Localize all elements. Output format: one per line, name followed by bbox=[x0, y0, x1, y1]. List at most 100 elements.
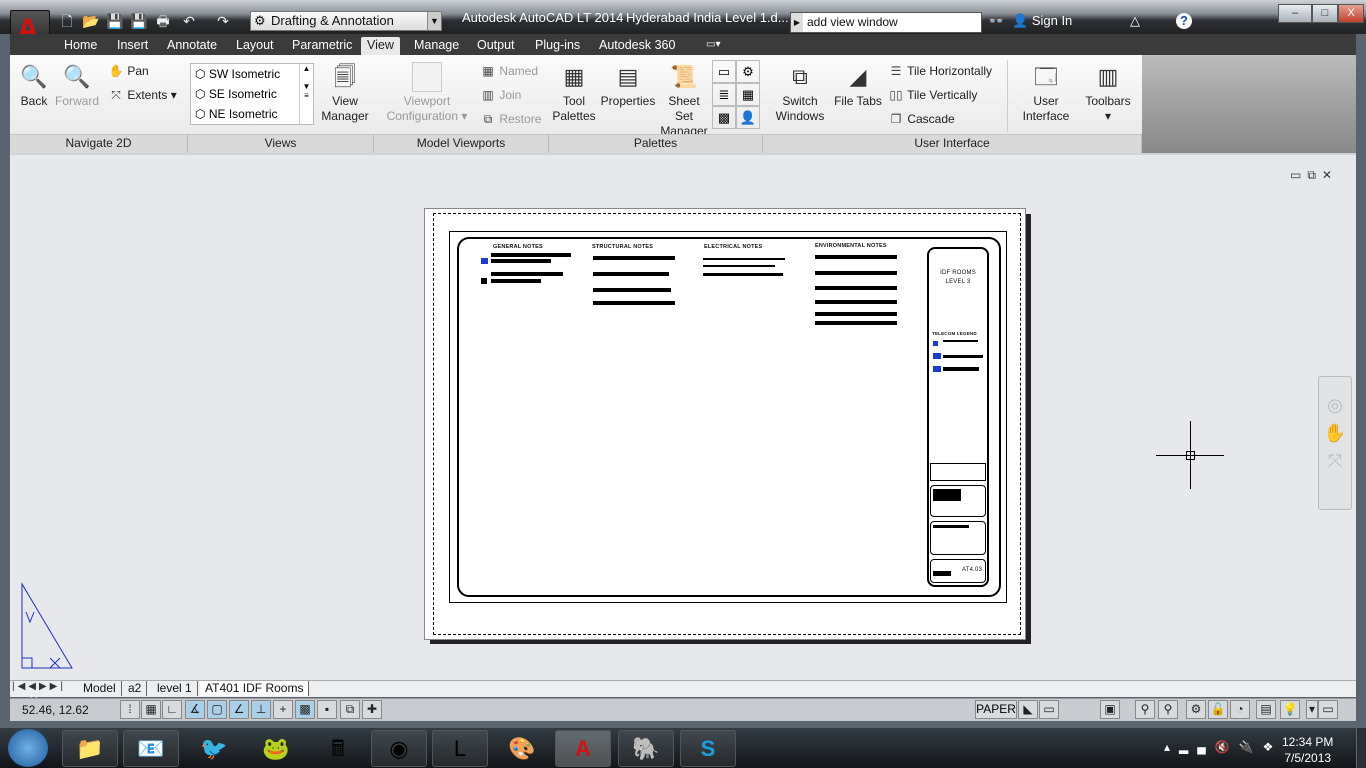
tab-view[interactable]: View bbox=[361, 37, 400, 55]
viewport-configuration-button[interactable]: Viewport Configuration ▾ bbox=[382, 62, 472, 124]
calculator-icon[interactable]: 🖩 bbox=[310, 730, 366, 767]
tab-autodesk-360[interactable]: Autodesk 360 bbox=[593, 37, 681, 55]
tab-home[interactable]: Home bbox=[58, 37, 103, 55]
view-item-ne-isometric[interactable]: ⬡ NE Isometric bbox=[191, 104, 313, 124]
autocad-lt-taskbar-icon[interactable]: A bbox=[555, 730, 611, 767]
dynamic-input-icon[interactable]: + bbox=[273, 700, 293, 719]
drawing-window-controls[interactable]: ▭⧉✕ bbox=[1290, 168, 1338, 183]
start-button[interactable] bbox=[8, 729, 48, 767]
back-button[interactable]: 🔍 Back bbox=[16, 62, 52, 109]
view-manager-button[interactable]: 🗐 View Manager bbox=[320, 62, 370, 124]
join-viewports-button[interactable]: ▥ Join bbox=[480, 87, 521, 103]
new-icon[interactable]: 🗋 bbox=[58, 12, 76, 30]
quickcalc-icon[interactable]: ▦ bbox=[736, 83, 760, 106]
evernote-icon[interactable]: 🐘 bbox=[618, 730, 674, 767]
tab-insert[interactable]: Insert bbox=[111, 37, 154, 55]
restore-viewports-button[interactable]: ⧉ Restore bbox=[480, 111, 542, 127]
annotation-visibility-icon[interactable]: ⚲ bbox=[1158, 700, 1178, 719]
zoom-icon[interactable]: ⤧ bbox=[1319, 447, 1351, 475]
tab-parametric[interactable]: Parametric bbox=[286, 37, 358, 55]
quick-view-drawings-icon[interactable]: ▭ bbox=[1039, 700, 1059, 719]
tile-horizontally-button[interactable]: ☰ Tile Horizontally bbox=[888, 63, 992, 79]
lync-icon[interactable]: L bbox=[432, 730, 488, 767]
tab-output[interactable]: Output bbox=[471, 37, 521, 55]
named-viewports-button[interactable]: ▦ Named bbox=[480, 63, 538, 79]
user-interface-button[interactable]: 🗔 User Interface bbox=[1016, 62, 1076, 124]
redo-icon[interactable]: ↷ bbox=[214, 12, 232, 30]
selection-cycling-icon[interactable]: ⧉ bbox=[340, 700, 360, 719]
navigation-bar[interactable]: ◎ ✋ ⤧ bbox=[1318, 376, 1352, 510]
clean-screen-icon[interactable]: ▭ bbox=[1318, 700, 1338, 719]
plot-icon[interactable]: 🖶 bbox=[154, 12, 172, 30]
palette-grid-icon[interactable]: ▩ bbox=[712, 106, 736, 129]
infer-constraints-icon[interactable]: ⁞ bbox=[120, 700, 140, 719]
tab-layout[interactable]: Layout bbox=[230, 37, 280, 55]
sheet-set-manager-button[interactable]: 📜 Sheet Set Manager bbox=[658, 62, 710, 139]
thunderbird-icon[interactable]: 🐦 bbox=[186, 730, 242, 767]
paint-icon[interactable]: 🎨 bbox=[494, 730, 550, 767]
maximize-button[interactable]: □ bbox=[1312, 4, 1338, 23]
frog-app-icon[interactable]: 🐸 bbox=[248, 730, 304, 767]
outlook-icon[interactable]: 📧 bbox=[123, 730, 179, 767]
show-hidden-icons-icon[interactable]: ▴ bbox=[1164, 740, 1179, 754]
content-icon[interactable]: 👤 bbox=[736, 106, 760, 129]
search-input[interactable]: ▶ add view window bbox=[790, 12, 982, 33]
skype-icon[interactable]: S bbox=[680, 730, 736, 767]
grid-icon[interactable]: ▦ bbox=[141, 700, 161, 719]
minimize-ribbon-icon[interactable]: ▭▾ bbox=[700, 37, 726, 55]
quick-view-layouts-icon[interactable]: ◣ bbox=[1018, 700, 1038, 719]
osnap-icon[interactable]: ▢ bbox=[207, 700, 227, 719]
polar-icon[interactable]: ∡ bbox=[185, 700, 205, 719]
workspace-switching-icon[interactable]: ⚙ bbox=[1186, 700, 1206, 719]
power-icon[interactable]: 🔌 bbox=[1239, 740, 1263, 754]
save-as-icon[interactable]: 💾 bbox=[130, 12, 148, 30]
annotation-scale-icon[interactable]: ⚲ bbox=[1135, 700, 1155, 719]
clock[interactable]: 12:34 PM 7/5/2013 bbox=[1282, 734, 1333, 766]
tab-manage[interactable]: Manage bbox=[408, 37, 465, 55]
extents-button[interactable]: ⤧ Extents ▾ bbox=[108, 87, 177, 103]
designcenter-icon[interactable]: ▭ bbox=[712, 60, 736, 83]
save-icon[interactable]: 💾 bbox=[106, 12, 124, 30]
layout-tab-navigation[interactable]: |◀◀▶▶| bbox=[12, 681, 66, 692]
transparency-icon[interactable]: ▪ bbox=[317, 700, 337, 719]
volume-muted-icon[interactable]: 🔇 bbox=[1215, 740, 1239, 754]
tab-annotate[interactable]: Annotate bbox=[161, 37, 223, 55]
forward-button[interactable]: 🔍 Forward bbox=[54, 62, 100, 109]
paper-space-toggle[interactable]: PAPER bbox=[975, 700, 1017, 719]
network-icon[interactable]: ▂▄ bbox=[1179, 740, 1215, 754]
layout-tab-at401-idf-rooms[interactable]: AT401 IDF Rooms bbox=[200, 681, 310, 696]
hardware-acceleration-icon[interactable]: ◔ bbox=[1230, 700, 1250, 719]
layout-tab-a2[interactable]: a2 bbox=[123, 681, 148, 696]
tab-plug-ins[interactable]: Plug-ins bbox=[529, 37, 586, 55]
open-icon[interactable]: 📂 bbox=[82, 12, 100, 30]
tile-vertically-button[interactable]: ▯▯ Tile Vertically bbox=[888, 87, 977, 103]
chrome-icon[interactable]: ◉ bbox=[371, 730, 427, 767]
file-tabs-button[interactable]: ◢ File Tabs bbox=[832, 62, 884, 109]
ortho-icon[interactable]: ∟ bbox=[162, 700, 182, 719]
exchange-icon[interactable]: △ bbox=[1130, 13, 1140, 29]
close-button[interactable]: X bbox=[1338, 4, 1364, 23]
dbconnect-icon[interactable]: ≣ bbox=[712, 83, 736, 106]
view-item-sw-isometric[interactable]: ⬡ SW Isometric bbox=[191, 64, 313, 84]
help-icon[interactable]: ? bbox=[1176, 13, 1192, 29]
cascade-button[interactable]: ❐ Cascade bbox=[888, 111, 955, 127]
otrack-icon[interactable]: ∠ bbox=[229, 700, 249, 719]
dynamic-ucs-icon[interactable]: ⊥ bbox=[251, 700, 271, 719]
tool-palettes-button[interactable]: ▦ Tool Palettes bbox=[552, 62, 596, 124]
switch-windows-button[interactable]: ⧉ Switch Windows bbox=[770, 62, 830, 124]
file-explorer-icon[interactable]: 📁 bbox=[62, 730, 118, 767]
view-item-se-isometric[interactable]: ⬡ SE Isometric bbox=[191, 84, 313, 104]
workspace-dropdown[interactable]: ⚙ Drafting & Annotation ▼ bbox=[250, 11, 442, 31]
system-tray[interactable]: ▴▂▄🔇🔌❖ bbox=[1164, 740, 1282, 754]
properties-button[interactable]: ▤ Properties bbox=[600, 62, 656, 109]
steering-wheel-icon[interactable]: ◎ bbox=[1319, 391, 1351, 419]
lineweight-icon[interactable]: ▩ bbox=[295, 700, 315, 719]
views-gallery[interactable]: ⬡ SW Isometric ⬡ SE Isometric ⬡ NE Isome… bbox=[190, 63, 314, 125]
toolbars-button[interactable]: ▥ Toolbars ▾ bbox=[1080, 62, 1136, 124]
status-menu-icon[interactable]: ▾ bbox=[1306, 700, 1318, 719]
lightbulb-icon[interactable]: 💡 bbox=[1280, 700, 1300, 719]
paper-sheet[interactable]: GENERAL NOTES STRUCTURAL NOTES ELECTRICA… bbox=[424, 208, 1026, 640]
layout-tab-level-1[interactable]: level 1 bbox=[152, 681, 198, 696]
layout-tab-model[interactable]: Model bbox=[78, 681, 122, 696]
gallery-scrollbar[interactable]: ▲ ▼ ≡ bbox=[299, 64, 313, 124]
